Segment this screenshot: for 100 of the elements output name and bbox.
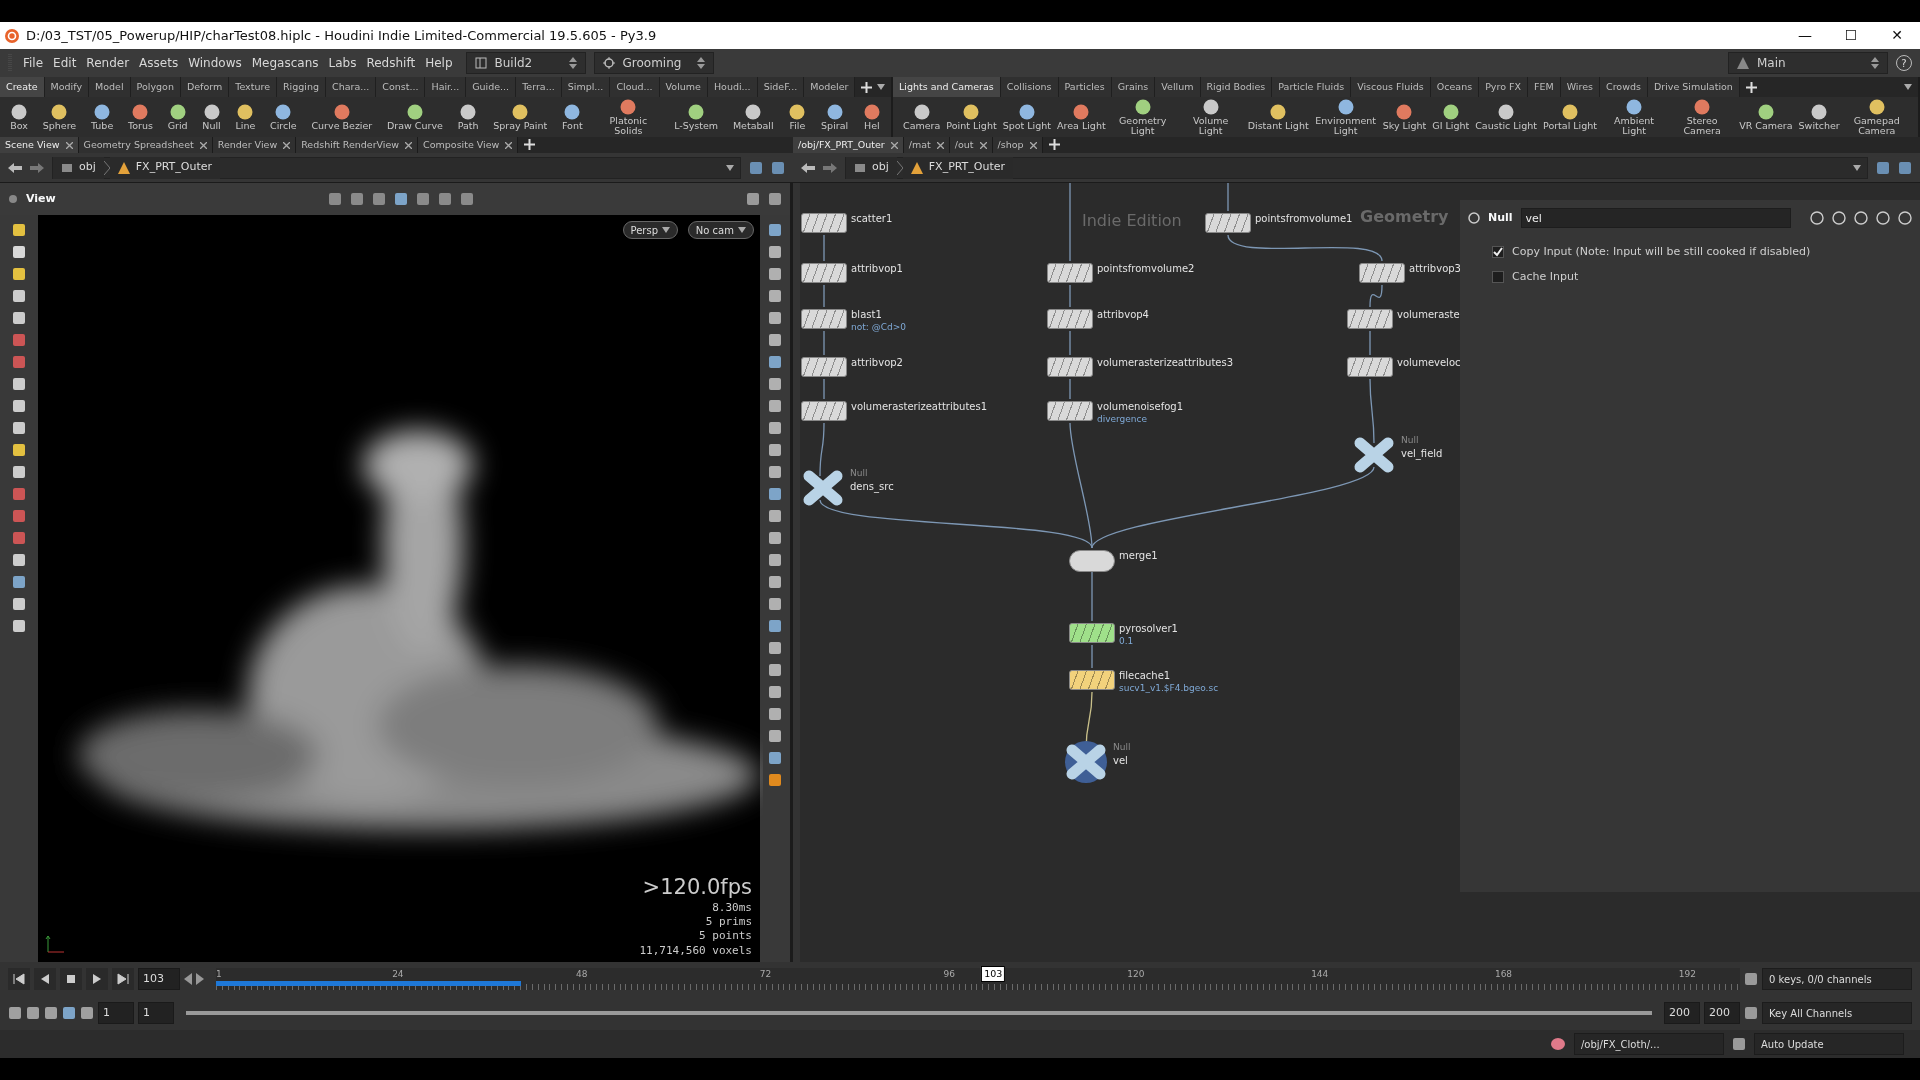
square-icon[interactable]	[349, 192, 364, 206]
checkbox[interactable]	[1492, 246, 1504, 259]
shelf-tool-button[interactable]: Sphere	[40, 102, 79, 132]
shelf-tool-button[interactable]: Curve Bezier	[309, 102, 375, 132]
shelf-tool-button[interactable]: Null	[200, 102, 223, 132]
square-icon[interactable]	[12, 597, 26, 611]
shelf-tool-button[interactable]: Distant Light	[1245, 102, 1311, 132]
close-icon[interactable]	[890, 141, 898, 149]
shelf-tab[interactable]: Polygon	[130, 77, 181, 97]
step-forward-icon[interactable]	[196, 973, 204, 985]
shelf-tool-button[interactable]: Tube	[88, 102, 116, 132]
square-icon[interactable]	[12, 553, 26, 567]
square-icon[interactable]	[768, 707, 782, 721]
shelf-tool-button[interactable]: Portal Light	[1541, 102, 1600, 132]
shelf-tool-button[interactable]: Line	[233, 102, 258, 132]
shelf-tab[interactable]: Collisions	[1000, 77, 1059, 97]
shelf-tab[interactable]: Viscous Fluids	[1351, 77, 1431, 97]
shelf-tab[interactable]: Oceans	[1430, 77, 1480, 97]
square-icon[interactable]	[771, 160, 785, 175]
square-icon[interactable]	[437, 192, 452, 206]
shelf-tab[interactable]: Particles	[1058, 77, 1112, 97]
square-icon[interactable]	[393, 192, 408, 206]
shelf-tab[interactable]: Pyro FX	[1479, 77, 1528, 97]
square-icon[interactable]	[12, 223, 26, 237]
square-icon[interactable]	[1898, 160, 1912, 175]
end-frame-field[interactable]: 200	[1664, 1002, 1700, 1024]
caret-icon[interactable]	[877, 84, 885, 90]
shelf-tool-button[interactable]: Grid	[165, 102, 190, 132]
network-node[interactable]	[1047, 401, 1093, 421]
network-node[interactable]	[801, 401, 847, 421]
shelf-tool-button[interactable]: Stereo Camera	[1669, 97, 1736, 137]
shelf-tab[interactable]: FEM	[1528, 77, 1561, 97]
square-icon[interactable]	[415, 192, 430, 206]
shelf-tab[interactable]: Const...	[376, 77, 426, 97]
shelf-tool-button[interactable]: Torus	[126, 102, 155, 132]
pane-tab[interactable]: /mat	[903, 137, 950, 153]
square-icon[interactable]	[749, 160, 763, 175]
shelf-tool-button[interactable]: Spray Paint	[491, 102, 550, 132]
back-arrow-icon[interactable]	[801, 162, 815, 173]
path-crumb[interactable]: obj	[53, 156, 104, 179]
close-icon[interactable]	[199, 141, 207, 149]
caret-icon[interactable]	[1904, 84, 1912, 90]
square-icon[interactable]	[768, 773, 782, 787]
shelf-tool-button[interactable]: Metaball	[730, 102, 776, 132]
square-icon[interactable]	[26, 1006, 40, 1020]
shelf-tab[interactable]: Rigging	[277, 77, 326, 97]
window-control-button[interactable]: ☐	[1828, 25, 1874, 46]
menu-item[interactable]: Render	[81, 54, 135, 72]
window-control-button[interactable]: ✕	[1874, 25, 1920, 46]
square-icon[interactable]	[768, 685, 782, 699]
path-crumb[interactable]: FX_PRT_Outer	[109, 156, 221, 179]
playback-button[interactable]	[112, 968, 134, 990]
null-node[interactable]	[1063, 741, 1109, 783]
square-icon[interactable]	[371, 192, 386, 206]
menu-item[interactable]: Megascans	[246, 54, 324, 72]
square-icon[interactable]	[12, 465, 26, 479]
square-icon[interactable]	[768, 751, 782, 765]
shelf-tool-button[interactable]: Caustic Light	[1473, 102, 1539, 132]
playback-button[interactable]	[60, 968, 82, 990]
shelf-tool-button[interactable]: Spot Light	[1000, 102, 1053, 132]
pane-tab[interactable]: Render View	[212, 137, 297, 153]
square-icon[interactable]	[12, 575, 26, 589]
caret-icon[interactable]	[662, 227, 670, 233]
shelf-tab[interactable]: Chara...	[326, 77, 377, 97]
shelf-tool-button[interactable]: Path	[455, 102, 481, 132]
circle-icon[interactable]	[1810, 211, 1824, 225]
shelf-tool-button[interactable]: Hel	[860, 102, 883, 132]
camera-menu-button[interactable]: No cam	[687, 221, 754, 239]
network-path-dropdown[interactable]: /obj/FX_Cloth/...	[1574, 1033, 1724, 1055]
shelf-tab[interactable]: Wires	[1560, 77, 1600, 97]
pane-tab[interactable]: Composite View	[418, 137, 519, 153]
square-icon[interactable]	[459, 192, 474, 206]
square-icon[interactable]	[62, 1006, 76, 1020]
pane-tab[interactable]: /obj/FX_PRT_Outer	[793, 137, 904, 153]
square-icon[interactable]	[1744, 1006, 1758, 1020]
square-icon[interactable]	[1744, 972, 1758, 986]
network-node[interactable]	[1347, 309, 1393, 329]
path-crumb[interactable]: FX_PRT_Outer	[902, 156, 1014, 179]
shelf-tab[interactable]: Simpl...	[561, 77, 611, 97]
close-icon[interactable]	[979, 141, 987, 149]
square-icon[interactable]	[768, 663, 782, 677]
network-node[interactable]	[1359, 263, 1405, 283]
square-icon[interactable]	[1732, 1037, 1746, 1051]
square-icon[interactable]	[768, 487, 782, 501]
shelf-tab[interactable]: Modeler	[804, 77, 856, 97]
circle-icon[interactable]	[1832, 211, 1846, 225]
shelf-tab[interactable]: Houdi...	[707, 77, 758, 97]
square-icon[interactable]	[8, 1006, 22, 1020]
back-arrow-icon[interactable]	[8, 162, 22, 173]
menu-item[interactable]: File	[18, 54, 49, 72]
step-back-icon[interactable]	[184, 973, 192, 985]
menu-item[interactable]: Help	[420, 54, 458, 72]
path-field[interactable]: obj FX_PRT_Outer	[52, 156, 741, 179]
shelf-tool-button[interactable]: Environment Light	[1312, 97, 1379, 137]
shelf-tab[interactable]: Crowds	[1600, 77, 1648, 97]
close-icon[interactable]	[405, 141, 413, 149]
frame-field[interactable]: 103	[138, 968, 180, 990]
network-node[interactable]	[1069, 670, 1115, 690]
menu-item[interactable]: Windows	[183, 54, 247, 72]
square-icon[interactable]	[1876, 160, 1890, 175]
